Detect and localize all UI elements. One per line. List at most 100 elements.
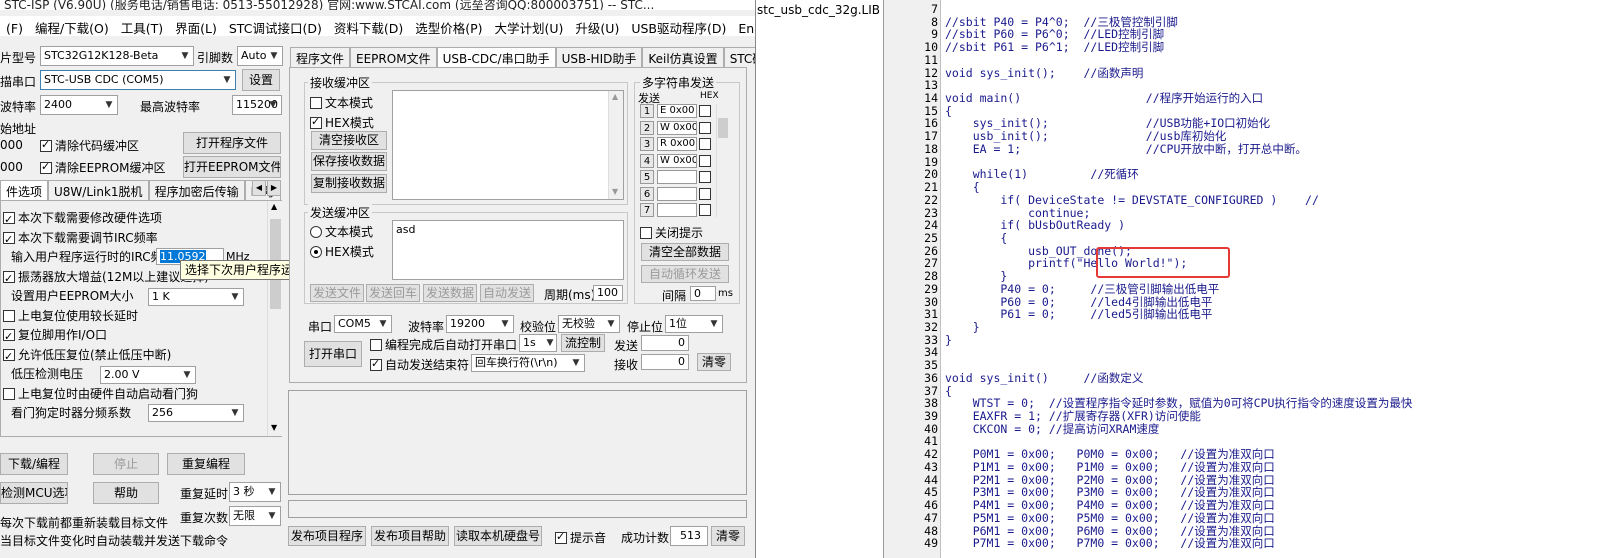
close-tip-checkbox[interactable]: 关闭提示 [640, 224, 703, 241]
multi-string-input[interactable]: W 0x00 [657, 153, 697, 168]
repeat-delay-select[interactable]: 3 秒 ▼ [229, 482, 281, 502]
multi-string-input[interactable] [657, 170, 697, 184]
tab-scroll-left-button[interactable]: ◀ [252, 180, 266, 196]
multi-send-row-button[interactable]: 6 [640, 186, 654, 201]
auto-reload-on-change-option[interactable]: 当目标文件变化时自动装载并发送下载命令 [0, 532, 228, 549]
tab-hardware-options[interactable]: 件选项 [0, 180, 49, 200]
menu-item[interactable]: 工具(T) [115, 16, 169, 37]
copy-receive-button[interactable]: 复制接收数据 [311, 174, 387, 193]
serial-baud-select[interactable]: 19200 ▼ [446, 315, 514, 333]
receive-scrollbar[interactable]: ▲ ▼ [608, 91, 623, 199]
menu-item[interactable]: 大学计划(U) [489, 16, 570, 37]
recv-hex-mode-checkbox[interactable]: HEX模式 [310, 114, 374, 131]
end-char-select[interactable]: 回车换行符(\r\n) ▼ [471, 354, 585, 372]
pin-count-select[interactable]: Auto ▼ [237, 46, 283, 66]
open-eeprom-file-button[interactable]: 打开EEPROM文件 [183, 156, 281, 178]
menu-item[interactable]: 界面(L) [169, 16, 223, 37]
mcu-type-select[interactable]: STC32G12K128-Beta ▼ [40, 46, 194, 66]
open-serial-port-button[interactable]: 打开串口 [304, 341, 362, 367]
period-input[interactable]: 100 [593, 285, 623, 301]
multi-hex-checkbox[interactable] [699, 154, 711, 167]
com-select[interactable]: COM5 ▼ [334, 315, 392, 333]
tab-stc-hardware[interactable]: STC硬 [723, 47, 755, 67]
multi-send-row-button[interactable]: 2 [640, 120, 654, 135]
multi-hex-checkbox[interactable] [699, 121, 711, 134]
multi-string-input[interactable]: E 0x00 [657, 104, 697, 118]
send-data-button[interactable]: 发送数据 [423, 284, 477, 302]
port-select[interactable]: STC-USB CDC (COM5) ▼ [40, 70, 236, 90]
multi-hex-checkbox[interactable] [699, 138, 711, 150]
menu-item[interactable]: 编程/下载(O) [29, 16, 115, 37]
multi-hex-checkbox[interactable] [699, 171, 711, 183]
auto-open-port-checkbox[interactable]: 编程完成后自动打开串口 [370, 336, 517, 353]
option-row[interactable]: 上电复位使用较长延时 [1, 307, 267, 327]
tab-usb-cdc-serial[interactable]: USB-CDC/串口助手 [436, 47, 556, 67]
send-enter-button[interactable]: 发送回车 [366, 284, 420, 302]
multi-send-row-button[interactable]: 1 [640, 104, 654, 118]
port-settings-button[interactable]: 设置 [242, 69, 280, 91]
lib-file-item[interactable]: stc_usb_cdc_32g.LIB [757, 3, 880, 17]
tab-encrypted-transfer[interactable]: 程序加密后传输 [148, 180, 245, 200]
clear-receive-button[interactable]: 清空接收区 [311, 131, 387, 150]
multi-send-row-button[interactable]: 3 [640, 137, 654, 151]
send-text-mode-radio[interactable]: 文本模式 [310, 223, 373, 240]
checkbox-checked-icon[interactable] [3, 210, 15, 229]
send-text-area[interactable]: asd [392, 220, 624, 280]
option-row[interactable]: 上电复位时由硬件自动启动看门狗 [1, 385, 267, 405]
options-scrollbar[interactable]: ▲ ▼ [267, 201, 282, 436]
repeat-program-button[interactable]: 重复编程 [167, 453, 245, 475]
code-editor[interactable]: 7 8//sbit P40 = P4^0; //三极管控制引脚 9//sbit P6… [883, 0, 1608, 558]
multi-string-input[interactable] [657, 203, 697, 217]
parity-select[interactable]: 无校验 ▼ [558, 315, 620, 333]
option-row[interactable]: 允许低压复位(禁止低压中断) [1, 346, 267, 366]
output-log-area[interactable] [288, 390, 747, 495]
auto-end-char-checkbox[interactable]: 自动发送结束符 [370, 356, 469, 373]
wdt-divider-select[interactable]: 256 ▼ [148, 404, 244, 422]
checkbox-checked-icon[interactable] [3, 269, 15, 288]
tab-eeprom-file[interactable]: EEPROM文件 [350, 47, 437, 67]
tab-program-file[interactable]: 程序文件 [290, 47, 351, 67]
tab-usb-hid[interactable]: USB-HID助手 [555, 47, 643, 67]
auto-open-delay-select[interactable]: 1s ▼ [519, 334, 557, 352]
scrollbar-thumb[interactable] [718, 118, 728, 138]
checkbox-checked-icon[interactable] [3, 347, 15, 366]
auto-loop-send-button[interactable]: 自动循环发送 [641, 265, 729, 283]
download-program-button[interactable]: 下载/编程 [0, 453, 68, 475]
multi-send-row-button[interactable]: 7 [640, 203, 654, 217]
option-row[interactable]: 本次下载需要调节IRC频率 [1, 229, 267, 249]
multi-string-scrollbar[interactable] [716, 104, 728, 217]
interval-input[interactable]: 0 [690, 286, 716, 301]
menu-item[interactable]: 升级(U) [569, 16, 625, 37]
flow-control-button[interactable]: 流控制 [561, 334, 605, 352]
multi-hex-checkbox[interactable] [699, 105, 711, 117]
menu-item[interactable]: STC调试接口(D) [223, 16, 328, 37]
multi-string-input[interactable]: W 0x00 [657, 120, 697, 135]
menu-item[interactable]: USB驱动程序(D) [625, 16, 732, 37]
scroll-down-icon[interactable]: ▼ [271, 423, 277, 432]
checkbox-icon[interactable] [3, 309, 15, 322]
multi-string-input[interactable]: R 0x00 [657, 137, 697, 151]
min-baud-select[interactable]: 2400 ▼ [40, 95, 118, 115]
send-hex-mode-radio[interactable]: HEX模式 [310, 243, 374, 260]
publish-help-button[interactable]: 发布项目帮助 [371, 526, 449, 546]
recv-text-mode-checkbox[interactable]: 文本模式 [310, 94, 373, 111]
tab-scroll-right-button[interactable]: ▶ [267, 180, 281, 196]
reload-before-download-option[interactable]: 每次下载前都重新装载目标文件 [0, 514, 168, 531]
multi-send-row-button[interactable]: 5 [640, 170, 654, 184]
scroll-down-icon[interactable]: ▼ [612, 187, 618, 196]
multi-hex-checkbox[interactable] [699, 204, 711, 216]
receive-text-area[interactable] [392, 90, 624, 200]
tab-keil-debug[interactable]: Keil仿真设置 [642, 47, 724, 67]
lvd-voltage-select[interactable]: 2.00 V ▼ [100, 366, 196, 384]
beep-checkbox[interactable]: 提示音 [555, 529, 606, 546]
max-baud-select[interactable]: 115200 ▼ [232, 95, 282, 115]
clear-counts-button[interactable]: 清零 [697, 353, 731, 371]
scroll-up-icon[interactable]: ▲ [271, 202, 277, 211]
clear-eeprom-checkbox[interactable]: 清除EEPROM缓冲区 [40, 159, 166, 176]
clear-all-data-button[interactable]: 清空全部数据 [641, 243, 729, 261]
menu-item[interactable]: 选型价格(P) [409, 16, 488, 37]
send-file-button[interactable]: 发送文件 [310, 284, 364, 302]
publish-project-button[interactable]: 发布项目程序 [288, 526, 366, 546]
stop-button[interactable]: 停止 [93, 453, 159, 475]
menu-item[interactable]: English [732, 19, 755, 36]
